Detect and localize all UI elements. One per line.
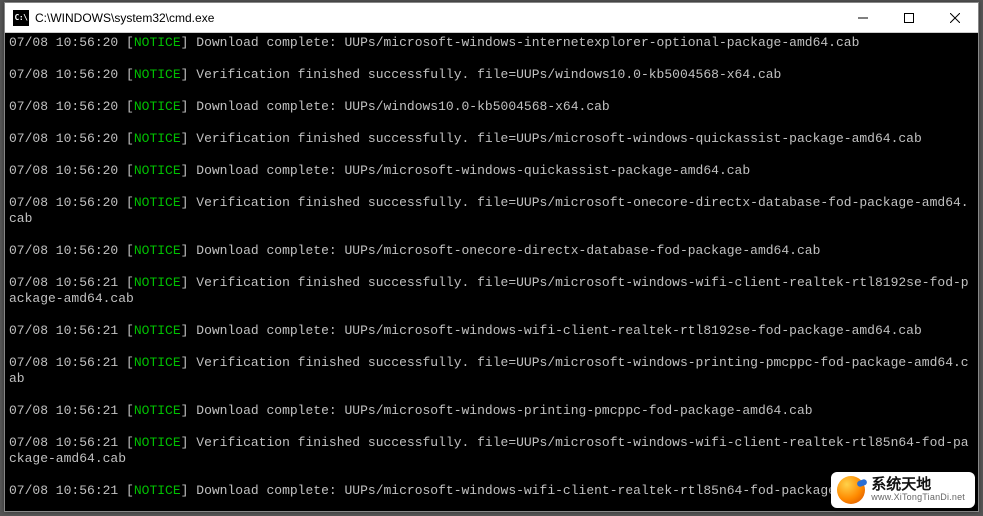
log-line: 07/08 10:56:20 [NOTICE] Verification fin… bbox=[9, 195, 974, 227]
log-message: Verification finished successfully. file… bbox=[196, 131, 922, 146]
log-blank-line bbox=[9, 307, 974, 323]
log-timestamp: 07/08 10:56:20 bbox=[9, 67, 126, 82]
log-blank-line bbox=[9, 467, 974, 483]
log-timestamp: 07/08 10:56:21 bbox=[9, 355, 126, 370]
log-blank-line bbox=[9, 387, 974, 403]
log-line: 07/08 10:56:21 [NOTICE] Download complet… bbox=[9, 403, 974, 419]
watermark-title: 系统天地 bbox=[871, 477, 965, 494]
window-title: C:\WINDOWS\system32\cmd.exe bbox=[35, 11, 840, 25]
cmd-icon: C:\ bbox=[13, 10, 29, 26]
maximize-button[interactable] bbox=[886, 3, 932, 32]
log-line: 07/08 10:56:21 [NOTICE] Download complet… bbox=[9, 323, 974, 339]
titlebar[interactable]: C:\ C:\WINDOWS\system32\cmd.exe bbox=[5, 3, 978, 33]
log-line: 07/08 10:56:20 [NOTICE] Download complet… bbox=[9, 243, 974, 259]
log-timestamp: 07/08 10:56:21 bbox=[9, 275, 126, 290]
log-message: Download complete: UUPs/microsoft-window… bbox=[196, 323, 922, 338]
log-message: Download complete: UUPs/microsoft-window… bbox=[196, 483, 851, 498]
log-blank-line bbox=[9, 83, 974, 99]
log-level: NOTICE bbox=[134, 131, 181, 146]
log-timestamp: 07/08 10:56:21 bbox=[9, 435, 126, 450]
watermark-logo-icon bbox=[837, 476, 865, 504]
log-line: 07/08 10:56:20 [NOTICE] Download complet… bbox=[9, 35, 974, 51]
log-message: Download complete: UUPs/windows10.0-kb50… bbox=[196, 99, 609, 114]
log-message: Verification finished successfully. file… bbox=[196, 67, 781, 82]
log-timestamp: 07/08 10:56:21 bbox=[9, 323, 126, 338]
log-message: Download complete: UUPs/microsoft-onecor… bbox=[196, 243, 820, 258]
log-blank-line bbox=[9, 147, 974, 163]
log-timestamp: 07/08 10:56:20 bbox=[9, 163, 126, 178]
log-level: NOTICE bbox=[134, 163, 181, 178]
log-level: NOTICE bbox=[134, 403, 181, 418]
log-line: 07/08 10:56:21 [NOTICE] Download complet… bbox=[9, 483, 974, 499]
log-blank-line bbox=[9, 259, 974, 275]
log-blank-line bbox=[9, 51, 974, 67]
log-timestamp: 07/08 10:56:20 bbox=[9, 243, 126, 258]
watermark-text: 系统天地 www.XiTongTianDi.net bbox=[871, 477, 965, 503]
log-line: 07/08 10:56:20 [NOTICE] Download complet… bbox=[9, 99, 974, 115]
log-level: NOTICE bbox=[134, 323, 181, 338]
log-level: NOTICE bbox=[134, 195, 181, 210]
log-level: NOTICE bbox=[134, 99, 181, 114]
close-button[interactable] bbox=[932, 3, 978, 32]
log-level: NOTICE bbox=[134, 35, 181, 50]
log-level: NOTICE bbox=[134, 483, 181, 498]
log-level: NOTICE bbox=[134, 243, 181, 258]
log-line: 07/08 10:56:21 [NOTICE] Verification fin… bbox=[9, 435, 974, 467]
log-timestamp: 07/08 10:56:20 bbox=[9, 35, 126, 50]
log-level: NOTICE bbox=[134, 435, 181, 450]
log-line: 07/08 10:56:20 [NOTICE] Verification fin… bbox=[9, 131, 974, 147]
log-line: 07/08 10:56:21 [NOTICE] Verification fin… bbox=[9, 355, 974, 387]
cmd-window: C:\ C:\WINDOWS\system32\cmd.exe 07/08 10… bbox=[4, 2, 979, 512]
log-message: Download complete: UUPs/microsoft-window… bbox=[196, 403, 812, 418]
minimize-button[interactable] bbox=[840, 3, 886, 32]
log-blank-line bbox=[9, 115, 974, 131]
log-timestamp: 07/08 10:56:20 bbox=[9, 131, 126, 146]
log-line: 07/08 10:56:21 [NOTICE] Verification fin… bbox=[9, 275, 974, 307]
log-timestamp: 07/08 10:56:21 bbox=[9, 403, 126, 418]
watermark-badge: 系统天地 www.XiTongTianDi.net bbox=[831, 472, 975, 508]
terminal-output[interactable]: 07/08 10:56:20 [NOTICE] Download complet… bbox=[5, 33, 978, 511]
log-message: Download complete: UUPs/microsoft-window… bbox=[196, 163, 750, 178]
log-blank-line bbox=[9, 419, 974, 435]
log-level: NOTICE bbox=[134, 67, 181, 82]
log-blank-line bbox=[9, 227, 974, 243]
log-level: NOTICE bbox=[134, 355, 181, 370]
log-timestamp: 07/08 10:56:20 bbox=[9, 99, 126, 114]
log-timestamp: 07/08 10:56:20 bbox=[9, 195, 126, 210]
log-timestamp: 07/08 10:56:21 bbox=[9, 483, 126, 498]
log-line: 07/08 10:56:20 [NOTICE] Download complet… bbox=[9, 163, 974, 179]
log-level: NOTICE bbox=[134, 275, 181, 290]
window-controls bbox=[840, 3, 978, 32]
log-blank-line bbox=[9, 179, 974, 195]
log-message: Download complete: UUPs/microsoft-window… bbox=[196, 35, 859, 50]
watermark-url: www.XiTongTianDi.net bbox=[871, 493, 965, 503]
log-blank-line bbox=[9, 339, 974, 355]
log-line: 07/08 10:56:20 [NOTICE] Verification fin… bbox=[9, 67, 974, 83]
